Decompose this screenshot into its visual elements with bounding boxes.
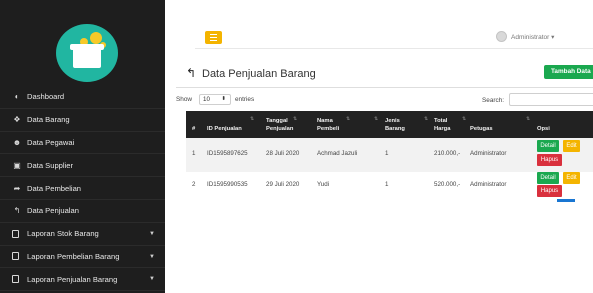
entries-select[interactable]: 10 ⬍	[199, 94, 231, 105]
document-icon	[12, 252, 19, 261]
sidebar-item-label: Data Penjualan	[27, 206, 79, 216]
horizontal-scrollbar[interactable]	[557, 199, 575, 202]
reply-icon: ↰	[186, 66, 197, 80]
cell-total: 520.000,-	[434, 181, 461, 188]
column-header-id[interactable]: ID Penjualan	[207, 125, 242, 133]
users-icon: ☻	[12, 137, 22, 147]
sort-icon: ⇅	[346, 116, 351, 122]
select-arrows-icon: ⬍	[221, 96, 226, 102]
sort-icon: ⇅	[250, 116, 255, 122]
detail-button[interactable]: Detail	[537, 172, 559, 184]
column-header-tanggal-2: Penjualan	[266, 126, 294, 132]
chevron-down-icon: ▼	[149, 253, 155, 260]
cell-petugas: Administrator	[470, 150, 507, 157]
sidebar-item-label: Data Pegawai	[27, 137, 75, 147]
cell-id: ID1595990535	[207, 181, 248, 188]
column-header-jenis[interactable]: Jenis	[385, 117, 400, 125]
column-header-nama-2: Pembeli	[317, 126, 340, 132]
sidebar-menu: ◐ Dashboard ❖ Data Barang ☻ Data Pegawai…	[0, 86, 165, 292]
sort-icon: ⇅	[462, 116, 467, 122]
table-header: # ⇅ ID Penjualan ⇅ Tanggal Penjualan ⇅ N…	[186, 111, 593, 138]
boxes-icon: ❖	[13, 115, 21, 125]
cell-tanggal: 28 Juli 2020	[266, 150, 300, 157]
chevron-down-icon: ▼	[149, 230, 155, 237]
cell-no: 2	[192, 181, 196, 188]
app-logo	[56, 24, 118, 82]
sidebar-item-label: Laporan Stok Barang	[27, 229, 99, 239]
user-menu[interactable]: Administrator ▾	[511, 33, 554, 41]
column-header-no[interactable]: #	[192, 125, 195, 133]
sort-icon: ⇅	[424, 116, 429, 122]
sort-icon: ⇅	[293, 116, 298, 122]
cell-jenis: 1	[385, 181, 389, 188]
cell-no: 1	[192, 150, 196, 157]
delete-button[interactable]: Hapus	[537, 154, 562, 166]
forward-icon: ➦	[13, 183, 21, 193]
add-data-button[interactable]: Tambah Data	[544, 65, 593, 79]
sidebar-item-dashboard[interactable]: ◐ Dashboard	[0, 86, 165, 109]
table-row: 1 ID1595897625 28 Juli 2020 Achmad Jazul…	[186, 138, 593, 172]
sidebar-item-data-barang[interactable]: ❖ Data Barang	[0, 109, 165, 132]
sidebar-item-laporan-pembelian[interactable]: Laporan Pembelian Barang ▼	[0, 246, 165, 269]
sidebar-item-data-pegawai[interactable]: ☻ Data Pegawai	[0, 132, 165, 155]
sidebar-item-label: Laporan Pembelian Barang	[27, 251, 120, 261]
cell-tanggal: 29 Juli 2020	[266, 181, 300, 188]
column-header-total-2: Harga	[434, 126, 451, 132]
cell-petugas: Administrator	[470, 181, 507, 188]
sidebar-item-label: Data Supplier	[27, 160, 74, 170]
reply-icon: ↰	[13, 206, 21, 216]
avatar[interactable]	[496, 31, 507, 42]
edit-button[interactable]: Edit	[563, 172, 580, 184]
show-label: Show	[176, 96, 192, 103]
divider	[195, 48, 593, 49]
column-header-nama[interactable]: Nama	[317, 117, 333, 125]
dashboard-icon: ◐	[14, 92, 20, 102]
column-header-opsi[interactable]: Opsi	[537, 125, 550, 133]
sort-icon: ⇅	[374, 116, 379, 122]
edit-button[interactable]: Edit	[563, 140, 580, 152]
cell-jenis: 1	[385, 150, 389, 157]
document-icon	[12, 275, 19, 284]
detail-button[interactable]: Detail	[537, 140, 559, 152]
cell-nama: Yudi	[317, 181, 330, 188]
column-header-jenis-2: Barang	[385, 126, 405, 132]
column-header-petugas[interactable]: Petugas	[470, 125, 493, 133]
sidebar: ◐ Dashboard ❖ Data Barang ☻ Data Pegawai…	[0, 0, 165, 293]
divider	[176, 87, 593, 88]
document-icon	[12, 229, 19, 238]
column-header-total[interactable]: Total	[434, 117, 447, 125]
sidebar-item-laporan-stok[interactable]: Laporan Stok Barang ▼	[0, 223, 165, 246]
sidebar-item-laporan-penjualan[interactable]: Laporan Penjualan Barang ▼	[0, 268, 165, 292]
sidebar-toggle-button[interactable]	[205, 31, 222, 44]
sidebar-item-data-penjualan[interactable]: ↰ Data Penjualan	[0, 200, 165, 223]
chevron-down-icon: ▼	[149, 276, 155, 283]
table-row: 2 ID1595990535 29 Juli 2020 Yudi 1 520.0…	[186, 172, 593, 202]
search-input[interactable]	[509, 93, 593, 106]
sidebar-item-data-pembelian[interactable]: ➦ Data Pembelian	[0, 177, 165, 200]
entries-label: entries	[235, 96, 255, 103]
sidebar-item-label: Data Barang	[27, 115, 70, 125]
search-label: Search:	[482, 97, 505, 104]
entries-value: 10	[203, 96, 210, 103]
truck-icon: ▣	[13, 160, 21, 170]
delete-button[interactable]: Hapus	[537, 185, 562, 197]
sidebar-item-label: Laporan Penjualan Barang	[27, 274, 118, 284]
column-header-tanggal[interactable]: Tanggal	[266, 117, 288, 125]
hamburger-icon	[210, 34, 217, 35]
sidebar-item-data-supplier[interactable]: ▣ Data Supplier	[0, 154, 165, 178]
page-title: Data Penjualan Barang	[202, 68, 316, 80]
sidebar-item-label: Data Pembelian	[27, 183, 82, 193]
cell-total: 210.000,-	[434, 150, 461, 157]
cell-nama: Achmad Jazuli	[317, 150, 358, 157]
sidebar-item-label: Dashboard	[27, 92, 65, 102]
sort-icon: ⇅	[526, 116, 531, 122]
cell-id: ID1595897625	[207, 150, 248, 157]
